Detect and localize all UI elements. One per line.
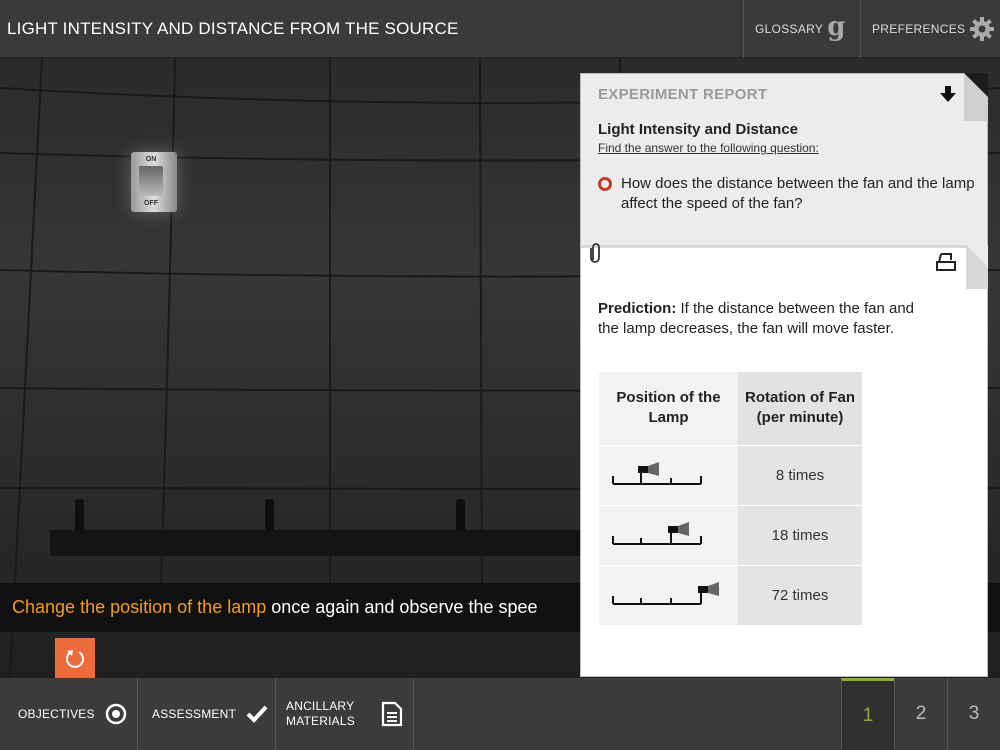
switch-on-label: ON — [145, 156, 157, 163]
instruction-word: the spee — [468, 597, 538, 617]
checkmark-icon — [246, 705, 268, 723]
report-subtitle: Light Intensity and Distance — [598, 121, 799, 138]
report-instruction: Find the answer to the following questio… — [598, 141, 819, 155]
lamp-ruler-icon — [612, 581, 719, 605]
bench-peg — [456, 499, 465, 533]
question-radio-icon[interactable] — [598, 177, 612, 191]
lamp-ruler-icon — [612, 461, 702, 485]
ancillary-label: ANCILLARY MATERIALS — [286, 699, 355, 729]
table-row: 18 times — [599, 504, 862, 565]
bench-peg — [75, 499, 84, 533]
column-header-position: Position of the Lamp — [599, 372, 738, 445]
switch-rocker — [139, 166, 163, 196]
page-button-2[interactable]: 2 — [894, 678, 947, 750]
document-icon — [381, 701, 403, 727]
lab-bench — [50, 530, 590, 556]
glossary-icon: g — [827, 12, 846, 42]
objectives-label: OBJECTIVES — [18, 707, 95, 721]
lamp-ruler-icon — [612, 521, 702, 545]
preferences-button[interactable]: PREFERENCES — [860, 0, 1000, 58]
light-switch[interactable]: ON OFF — [131, 152, 177, 212]
instruction-word: of the lamp — [177, 597, 267, 617]
bench-peg — [265, 499, 274, 533]
reset-button[interactable] — [55, 638, 95, 678]
page-button-3[interactable]: 3 — [947, 678, 1000, 750]
prediction-text: Prediction: If the distance between the … — [598, 299, 918, 339]
assessment-label: ASSESSMENT — [152, 707, 237, 721]
table-row: 72 times — [599, 564, 862, 625]
results-table: Position of the Lamp Rotation of Fan (pe… — [599, 372, 862, 625]
report-header-card: EXPERIMENT REPORT Light Intensity and Di… — [580, 73, 988, 253]
instruction-word: observe — [399, 597, 464, 617]
instruction-word: Change — [12, 597, 76, 617]
table-row: 8 times — [599, 444, 862, 505]
experiment-report-panel: EXPERIMENT REPORT Light Intensity and Di… — [580, 73, 988, 677]
glossary-button[interactable]: GLOSSARY g — [743, 0, 860, 58]
objectives-button[interactable]: OBJECTIVES — [0, 678, 138, 750]
assessment-button[interactable]: ASSESSMENT — [138, 678, 276, 750]
instruction-word: once again — [271, 597, 360, 617]
paperclip-icon — [590, 243, 600, 263]
glossary-label: GLOSSARY — [755, 22, 824, 36]
preferences-label: PREFERENCES — [872, 22, 966, 36]
report-question: How does the distance between the fan an… — [621, 175, 975, 212]
lamp-position-diagram — [599, 564, 738, 625]
target-icon — [105, 703, 126, 725]
rotation-value: 8 times — [738, 444, 862, 505]
switch-off-label: OFF — [144, 200, 158, 207]
page-fold — [964, 73, 988, 121]
column-header-rotation: Rotation of Fan (per minute) — [738, 372, 862, 445]
gear-icon — [970, 17, 995, 41]
rotation-value: 72 times — [738, 564, 862, 625]
top-bar: LIGHT INTENSITY AND DISTANCE FROM THE SO… — [0, 0, 1000, 58]
lamp-position-diagram — [599, 504, 738, 565]
reset-icon — [66, 650, 84, 668]
ancillary-label-line2: MATERIALS — [286, 714, 355, 728]
page-button-1[interactable]: 1 — [841, 678, 894, 750]
page-fold — [966, 245, 988, 289]
print-icon[interactable] — [935, 251, 957, 273]
report-title: EXPERIMENT REPORT — [598, 86, 768, 103]
ancillary-materials-button[interactable]: ANCILLARY MATERIALS — [276, 678, 414, 750]
ancillary-label-line1: ANCILLARY — [286, 699, 355, 713]
lamp-position-diagram — [599, 444, 738, 505]
page-navigation: 1 2 3 — [841, 678, 1000, 750]
page-title: LIGHT INTENSITY AND DISTANCE FROM THE SO… — [7, 19, 459, 38]
instruction-word: the position — [80, 597, 173, 617]
table-header-row: Position of the Lamp Rotation of Fan (pe… — [599, 372, 862, 445]
bottom-bar: OBJECTIVES ASSESSMENT ANCILLARY MATERIAL… — [0, 678, 1000, 750]
instruction-word: and — [364, 597, 395, 617]
report-sheet: Prediction: If the distance between the … — [580, 243, 988, 677]
rotation-value: 18 times — [738, 504, 862, 565]
prediction-label: Prediction: — [598, 300, 677, 317]
download-arrow-icon[interactable] — [939, 85, 957, 103]
